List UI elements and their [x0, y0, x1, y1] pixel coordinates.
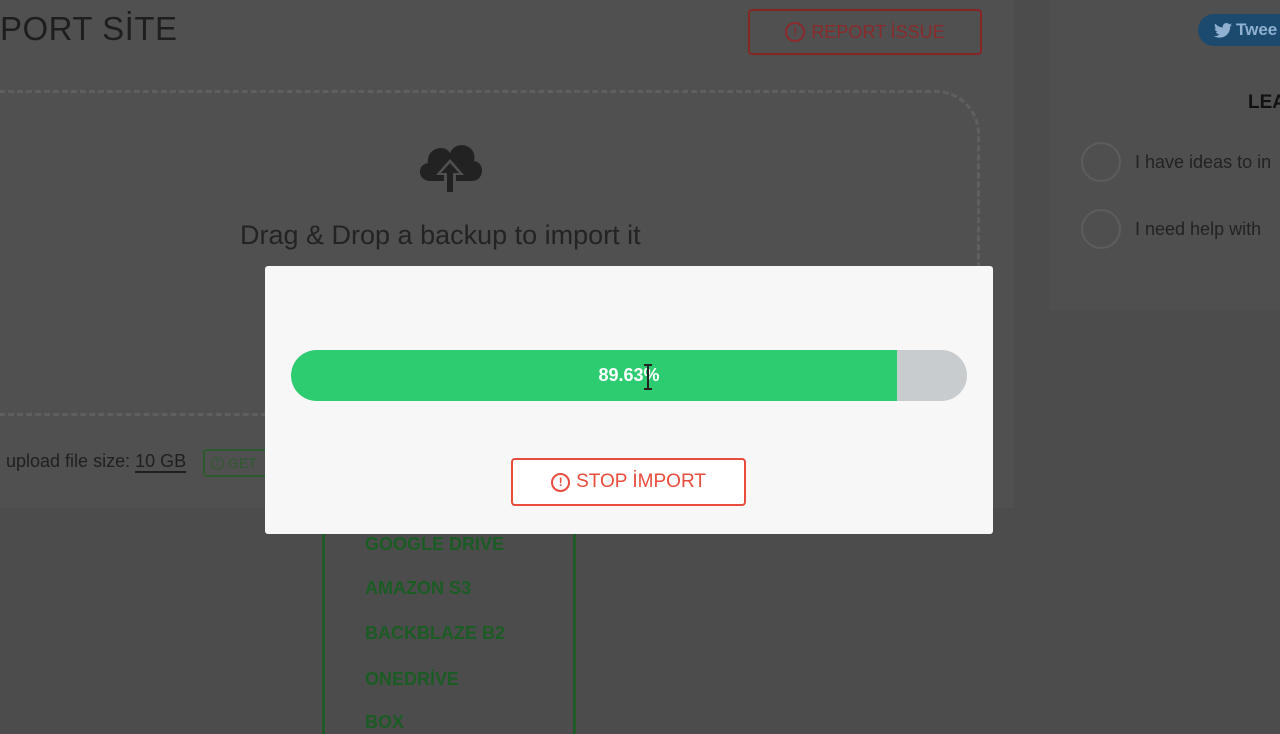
- get-more-badge[interactable]: ! GET: [203, 449, 269, 477]
- tweet-button[interactable]: Twee: [1198, 14, 1280, 46]
- radio-circle[interactable]: [1081, 209, 1121, 249]
- exclamation-circle-icon: !: [551, 472, 571, 492]
- upload-size-value: 10 GB: [135, 451, 187, 473]
- report-issue-label: REPORT İSSUE: [811, 21, 945, 42]
- storage-options-list: GOOGLE DRIVE AMAZON S3 BACKBLAZE B2 ONED…: [322, 534, 576, 734]
- cloud-upload-icon: [419, 145, 483, 195]
- progress-percentage: 89.63%: [598, 365, 660, 385]
- import-progress-modal: 89.63% ! STOP İMPORT: [265, 266, 993, 534]
- storage-item-amazon-s3[interactable]: AMAZON S3: [365, 578, 471, 599]
- feedback-option-label: I have ideas to in: [1135, 151, 1272, 172]
- feedback-option-help[interactable]: I need help with: [1081, 209, 1261, 249]
- import-progress-bar: 89.63%: [291, 350, 967, 401]
- upload-size-info: upload file size: 10 GB: [6, 451, 187, 473]
- twitter-icon: [1214, 22, 1232, 38]
- storage-item-box[interactable]: BOX: [365, 712, 404, 733]
- stop-import-label: STOP İMPORT: [576, 471, 706, 492]
- sidebar-heading: LEA: [1248, 92, 1280, 113]
- tweet-label: Twee: [1236, 20, 1278, 39]
- dropzone-text: Drag & Drop a backup to import it: [240, 220, 641, 250]
- report-issue-button[interactable]: ! REPORT İSSUE: [748, 9, 982, 55]
- get-badge-label: GET: [228, 455, 257, 471]
- upload-size-label: upload file size:: [6, 451, 131, 471]
- storage-item-onedrive[interactable]: ONEDRİVE: [365, 669, 459, 690]
- feedback-option-ideas[interactable]: I have ideas to in: [1081, 142, 1271, 182]
- stop-import-button[interactable]: ! STOP İMPORT: [511, 458, 746, 506]
- text-cursor-icon: [644, 364, 652, 390]
- storage-item-google-drive[interactable]: GOOGLE DRIVE: [365, 534, 504, 555]
- exclamation-circle-icon: !: [785, 22, 806, 42]
- page-title: PORT SİTE: [0, 10, 178, 47]
- storage-item-backblaze-b2[interactable]: BACKBLAZE B2: [365, 623, 505, 644]
- feedback-option-label: I need help with: [1135, 218, 1262, 239]
- exclamation-circle-icon: !: [211, 456, 224, 470]
- radio-circle[interactable]: [1081, 142, 1121, 182]
